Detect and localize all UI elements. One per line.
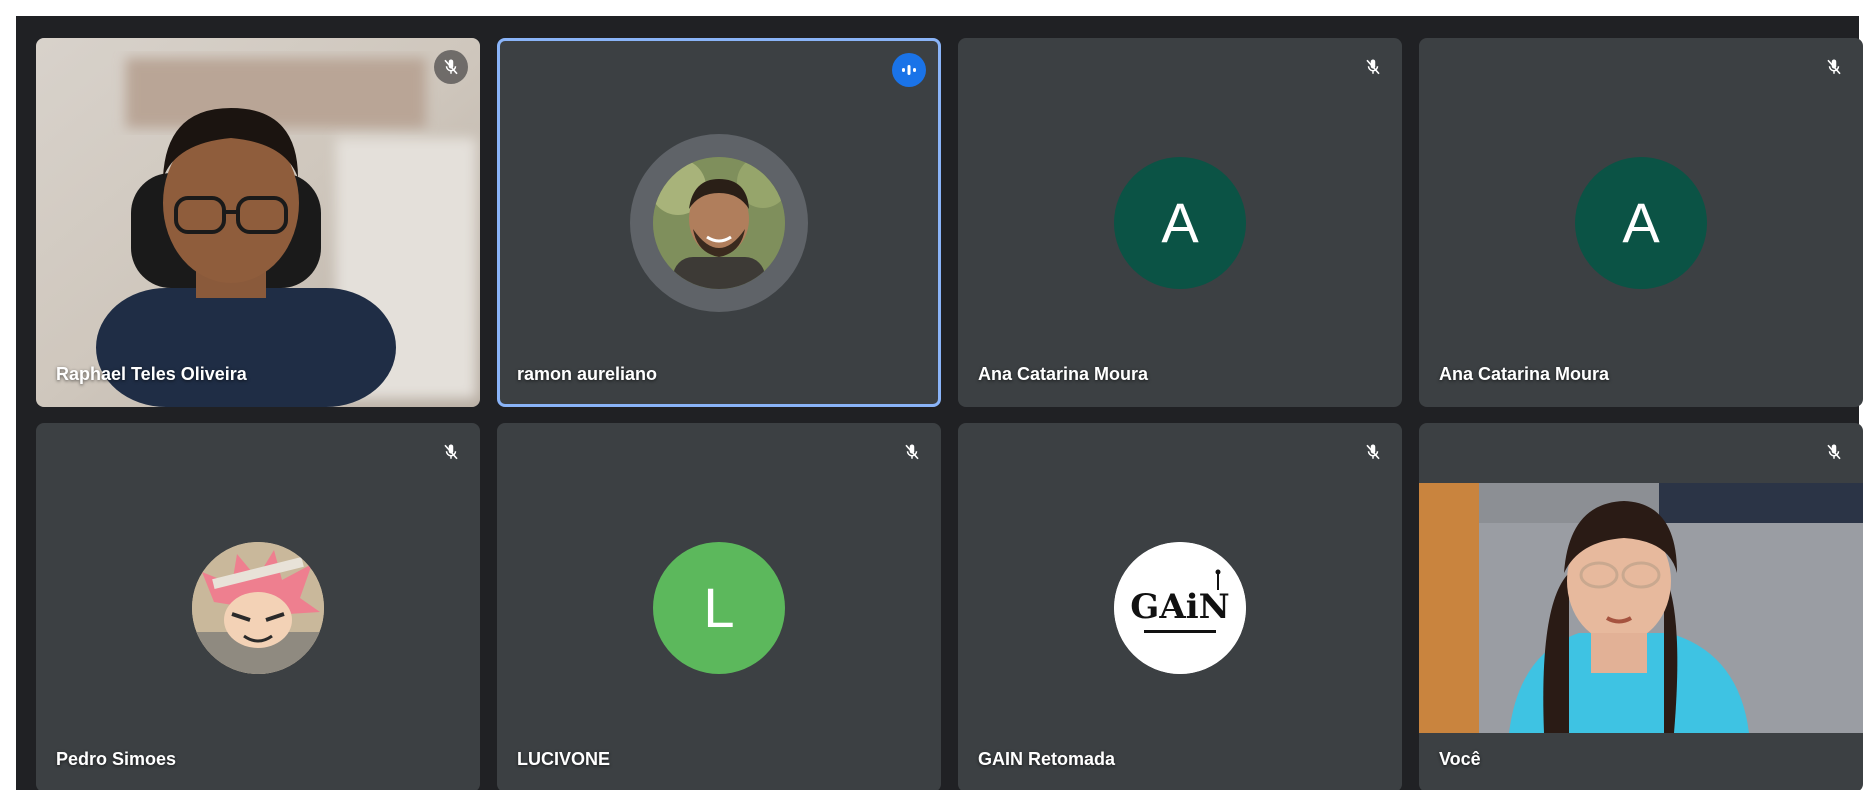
- participant-name: ramon aureliano: [517, 364, 658, 384]
- participant-tile-lucivone[interactable]: L LUCIVONE: [497, 423, 941, 790]
- mic-muted-button[interactable]: [1356, 435, 1390, 469]
- participant-tile-ramon[interactable]: ramon aureliano: [497, 38, 941, 407]
- gain-logo-text: GAiN: [1130, 587, 1229, 627]
- participant-tile-ana-1[interactable]: A Ana Catarina Moura: [958, 38, 1402, 407]
- participant-name: LUCIVONE: [517, 749, 611, 769]
- participant-name: Ana Catarina Moura: [978, 364, 1149, 384]
- mic-off-icon: [905, 444, 919, 460]
- logo-avatar: GAiN: [1114, 541, 1246, 674]
- meet-window: Raphael Teles Oliveira ramon aureliano A…: [0, 0, 1871, 790]
- participant-name: Ana Catarina Moura: [1439, 364, 1610, 384]
- mic-off-icon: [1366, 59, 1380, 75]
- letter-avatar: A: [1114, 156, 1246, 289]
- mic-off-icon: [444, 444, 458, 460]
- mic-muted-button[interactable]: [1817, 435, 1851, 469]
- participant-name: Pedro Simoes: [56, 749, 177, 769]
- participant-tile-ana-2[interactable]: A Ana Catarina Moura: [1419, 38, 1863, 407]
- participant-tile-pedro[interactable]: Pedro Simoes: [36, 423, 480, 790]
- mic-muted-button[interactable]: [895, 435, 929, 469]
- letter-avatar: L: [653, 541, 785, 674]
- mic-muted-button[interactable]: [1817, 50, 1851, 84]
- participant-grid: Raphael Teles Oliveira ramon aureliano A…: [16, 16, 1863, 790]
- speaking-indicator-icon: [902, 65, 916, 75]
- gain-logo: GAiN: [1114, 541, 1246, 674]
- participant-name: GAIN Retomada: [978, 749, 1116, 769]
- profile-photo-avatar: [192, 541, 324, 674]
- camera-video-feed: [36, 38, 480, 407]
- mic-off-icon: [1366, 444, 1380, 460]
- letter-avatar: A: [1575, 156, 1707, 289]
- participant-name: Raphael Teles Oliveira: [56, 364, 247, 384]
- participant-name: Você: [1439, 749, 1481, 769]
- mic-off-icon: [1827, 59, 1841, 75]
- profile-photo: [192, 541, 324, 674]
- mic-muted-button[interactable]: [1356, 50, 1390, 84]
- mic-muted-button[interactable]: [434, 50, 468, 84]
- participant-tile-raphael[interactable]: Raphael Teles Oliveira: [36, 38, 480, 407]
- profile-photo: [653, 156, 785, 289]
- mic-off-icon: [444, 59, 458, 75]
- mic-off-icon: [1827, 444, 1841, 460]
- camera-video-feed: [1419, 483, 1863, 733]
- profile-photo-avatar: [653, 156, 785, 289]
- participant-tile-self[interactable]: Você: [1419, 423, 1863, 790]
- speaking-indicator: [892, 53, 926, 87]
- participant-tile-gain[interactable]: GAiN GAIN Retomada: [958, 423, 1402, 790]
- mic-muted-button[interactable]: [434, 435, 468, 469]
